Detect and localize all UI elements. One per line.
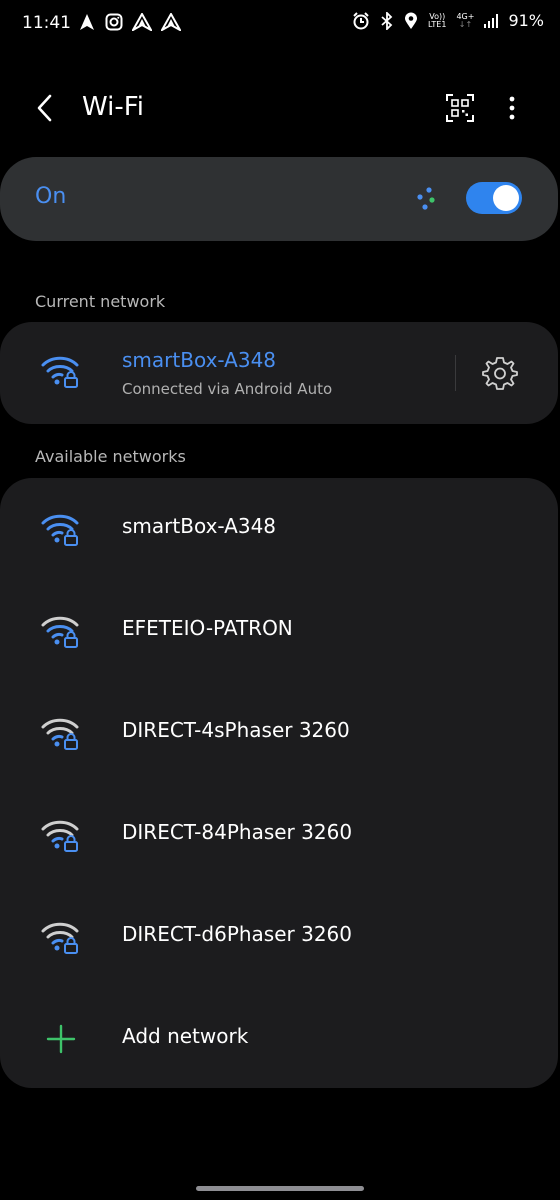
back-arrow-icon[interactable] (30, 90, 60, 126)
wifi-lock-icon (41, 616, 79, 648)
wifi-lock-icon (41, 514, 79, 546)
location-icon (405, 12, 418, 29)
signal-icon (484, 13, 499, 28)
wifi-toggle-switch[interactable] (466, 182, 522, 214)
instagram-icon (105, 13, 123, 31)
network-row[interactable]: DIRECT-d6Phaser 3260 (0, 886, 558, 988)
network-row[interactable]: EFETEIO-PATRON (0, 580, 558, 682)
bluetooth-icon (381, 11, 393, 30)
add-network-row[interactable]: Add network (0, 988, 558, 1090)
available-networks-list: smartBox-A348 EFETEIO-PATRON DIRECT-4sPh… (0, 478, 558, 1088)
data-arrows: ↓↑ (458, 19, 473, 29)
wifi-lock-icon (41, 820, 79, 852)
network-row[interactable]: DIRECT-84Phaser 3260 (0, 784, 558, 886)
qr-code-icon[interactable] (444, 92, 476, 124)
app-header: Wi-Fi (0, 78, 560, 140)
android-auto-icon (132, 13, 152, 31)
wifi-state-label: On (35, 184, 67, 209)
current-network-card[interactable]: smartBox-A348 Connected via Android Auto (0, 322, 558, 424)
toggle-knob (493, 185, 519, 211)
system-status-icons: Vo)) LTE1 4G+ ↓↑ 91% (352, 11, 544, 30)
navigation-arrow-icon (80, 14, 94, 30)
notification-icons (78, 13, 181, 31)
gear-icon[interactable] (482, 355, 518, 391)
network-row[interactable]: DIRECT-4sPhaser 3260 (0, 682, 558, 784)
data-indicator: 4G+ ↓↑ (456, 12, 474, 29)
scanning-dots-icon (417, 187, 435, 210)
alarm-icon (353, 11, 369, 29)
lte-label: LTE1 (428, 19, 447, 29)
battery-level: 91% (508, 11, 544, 30)
status-time: 11:41 (22, 13, 71, 33)
available-networks-header: Available networks (35, 447, 186, 466)
wifi-lock-icon (41, 356, 79, 388)
network-name: DIRECT-4sPhaser 3260 (122, 718, 350, 742)
wifi-toggle-bar[interactable]: On (0, 157, 558, 241)
plus-icon (46, 1024, 76, 1054)
status-bar: 11:41 Vo)) LTE1 4G+ ↓↑ 91% (0, 0, 560, 48)
home-indicator[interactable] (196, 1186, 364, 1191)
network-name: DIRECT-d6Phaser 3260 (122, 922, 353, 946)
more-options-icon[interactable] (500, 92, 524, 124)
current-network-header: Current network (35, 292, 166, 311)
wifi-lock-icon (41, 718, 79, 750)
android-auto-icon-2 (161, 13, 181, 31)
volte-indicator: Vo)) LTE1 (428, 12, 447, 29)
current-network-status: Connected via Android Auto (122, 380, 333, 398)
wifi-lock-icon (41, 922, 79, 954)
network-name: DIRECT-84Phaser 3260 (122, 820, 353, 844)
network-name: smartBox-A348 (122, 514, 277, 538)
network-row[interactable]: smartBox-A348 (0, 478, 558, 580)
current-network-name: smartBox-A348 (122, 348, 277, 372)
network-name: EFETEIO-PATRON (122, 616, 293, 640)
divider (455, 355, 456, 391)
page-title: Wi-Fi (82, 92, 145, 122)
add-network-label: Add network (122, 1024, 249, 1048)
